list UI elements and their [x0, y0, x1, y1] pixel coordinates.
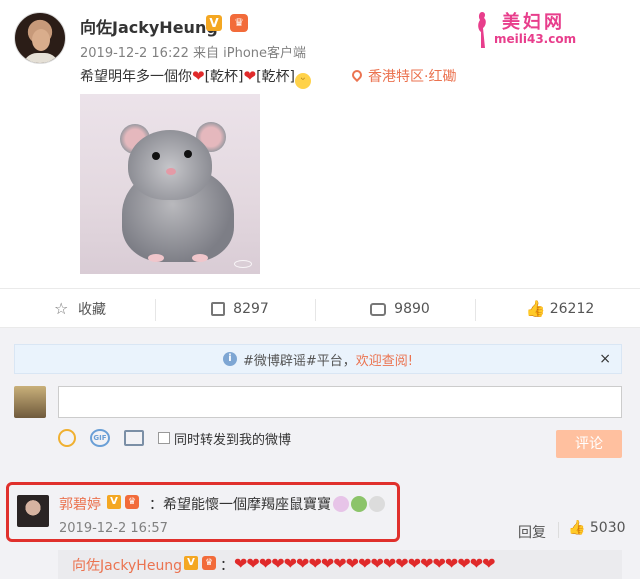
post-content: 希望明年多一個你❤[乾杯]❤[乾杯] ᵕ: [80, 66, 312, 89]
crown-icon: ♛: [230, 14, 248, 32]
close-icon[interactable]: ×: [599, 351, 611, 367]
submit-comment-button[interactable]: 评论: [556, 430, 622, 458]
notice-text: #微博辟谣#平台，: [242, 353, 356, 369]
post-username[interactable]: 向佐JackyHeung: [80, 14, 218, 38]
composer-tools: GIF 同时转发到我的微博: [58, 428, 291, 448]
rat-eye: [184, 150, 192, 158]
share-icon: [211, 302, 226, 316]
comment-time: 2019-12-2 16:57: [59, 521, 168, 536]
rat-paw: [192, 254, 208, 262]
site-name: 美妇网: [502, 12, 565, 33]
rat-head: [128, 130, 212, 200]
also-repost-option[interactable]: 同时转发到我的微博: [158, 429, 291, 448]
reply-button[interactable]: 回复: [518, 522, 546, 542]
divider: [558, 522, 559, 538]
crown-icon: ♛: [202, 556, 216, 570]
favorite-button[interactable]: ☆ 收藏: [0, 289, 160, 329]
thumbs-up-icon: 👍: [568, 520, 586, 536]
repost-count: 8297: [233, 301, 269, 317]
reply-username[interactable]: 向佐JackyHeung: [72, 555, 182, 575]
post-image[interactable]: [80, 94, 260, 274]
thumbs-up-icon: 👍: [525, 299, 546, 318]
location-text: 香港特区·红磡: [368, 69, 457, 85]
reply-preview: 向佐JackyHeung V ♛ ： ❤❤❤❤❤❤❤❤❤❤❤❤❤❤❤❤❤❤❤❤❤: [58, 550, 622, 579]
favorite-label: 收藏: [78, 302, 106, 318]
heart-emoji: ❤: [243, 67, 257, 85]
comment-input[interactable]: [58, 386, 622, 418]
comment-like-count: 5030: [589, 520, 626, 536]
comment-count: 9890: [394, 301, 430, 317]
info-icon: i: [222, 352, 237, 366]
avatar-shirt: [23, 53, 59, 63]
comment-icon: [370, 302, 387, 316]
grin-emoji-icon: ᵕ: [295, 73, 312, 89]
verified-badge-icon: V: [107, 495, 121, 509]
commenter-username[interactable]: 郭碧婷: [59, 494, 101, 514]
divider: [155, 299, 156, 321]
current-user-avatar[interactable]: [14, 386, 46, 418]
user-avatar[interactable]: [14, 12, 66, 64]
location-link[interactable]: 香港特区·红磡: [349, 66, 457, 86]
also-repost-checkbox[interactable]: [158, 432, 170, 444]
post-action-bar: ☆ 收藏 8297 9890 👍 26212: [0, 288, 640, 328]
rat-eye: [152, 152, 160, 160]
crown-icon: ♛: [125, 495, 139, 509]
also-repost-label: 同时转发到我的微博: [174, 432, 292, 448]
verified-badge-icon: V: [206, 15, 222, 31]
rumor-notice-banner: i #微博辟谣#平台， 欢迎查阅! ×: [14, 344, 622, 374]
rat-paw: [148, 254, 164, 262]
commenter-avatar[interactable]: [17, 495, 49, 527]
site-url: meili43.com: [494, 32, 577, 46]
highlighted-comment: 郭碧婷 V ♛ ：希望能懷一個摩羯座鼠寶寶 2019-12-2 16:57: [6, 482, 400, 542]
weibo-post: 向佐JackyHeung V ♛ 2019-12-2 16:22 来自 iPho…: [0, 0, 640, 288]
site-watermark-logo: 美妇网 meili43.com: [474, 6, 624, 52]
gif-icon[interactable]: GIF: [90, 429, 110, 447]
reply-colon: ：: [220, 558, 234, 574]
cheers-emoji-text: [乾杯]: [256, 69, 296, 85]
star-icon: ☆: [54, 299, 69, 318]
avatar-face: [32, 29, 50, 51]
weibo-watermark-icon: [234, 260, 252, 268]
divider: [315, 299, 316, 321]
reply-badges: V ♛: [184, 556, 216, 570]
repost-button[interactable]: 8297: [160, 289, 320, 329]
like-button[interactable]: 👍 26212: [480, 289, 640, 329]
heart-emoji: ❤: [192, 67, 205, 85]
like-count: 26212: [549, 301, 595, 317]
divider: [475, 299, 476, 321]
post-meta: 2019-12-2 16:22 来自 iPhone客户端: [80, 46, 307, 61]
location-pin-icon: [349, 67, 365, 83]
comment-text: ：希望能懷一個摩羯座鼠寶寶: [149, 494, 385, 514]
comment-like-button[interactable]: 👍 5030: [568, 520, 626, 536]
rat-nose: [166, 168, 176, 175]
verified-badge-icon: V: [184, 556, 198, 570]
image-icon[interactable]: [124, 430, 144, 446]
comment-body: ：希望能懷一個摩羯座鼠寶寶: [149, 497, 331, 513]
woman-silhouette-icon: [478, 12, 486, 48]
emoji-icon: [351, 496, 367, 512]
emoji-icon: [333, 496, 349, 512]
comment-button[interactable]: 9890: [320, 289, 480, 329]
emoji-icon[interactable]: [58, 429, 76, 447]
post-text: 希望明年多一個你: [80, 69, 192, 85]
emoji-icon: [369, 496, 385, 512]
comments-section: i #微博辟谣#平台， 欢迎查阅! × GIF 同时转发到我的微博 评论 郭碧婷…: [0, 328, 640, 579]
cheers-emoji-text: [乾杯]: [204, 69, 244, 85]
commenter-badges: V ♛: [107, 495, 139, 509]
reply-hearts: ❤❤❤❤❤❤❤❤❤❤❤❤❤❤❤❤❤❤❤❤❤: [234, 554, 496, 573]
notice-link[interactable]: 欢迎查阅!: [356, 350, 413, 369]
